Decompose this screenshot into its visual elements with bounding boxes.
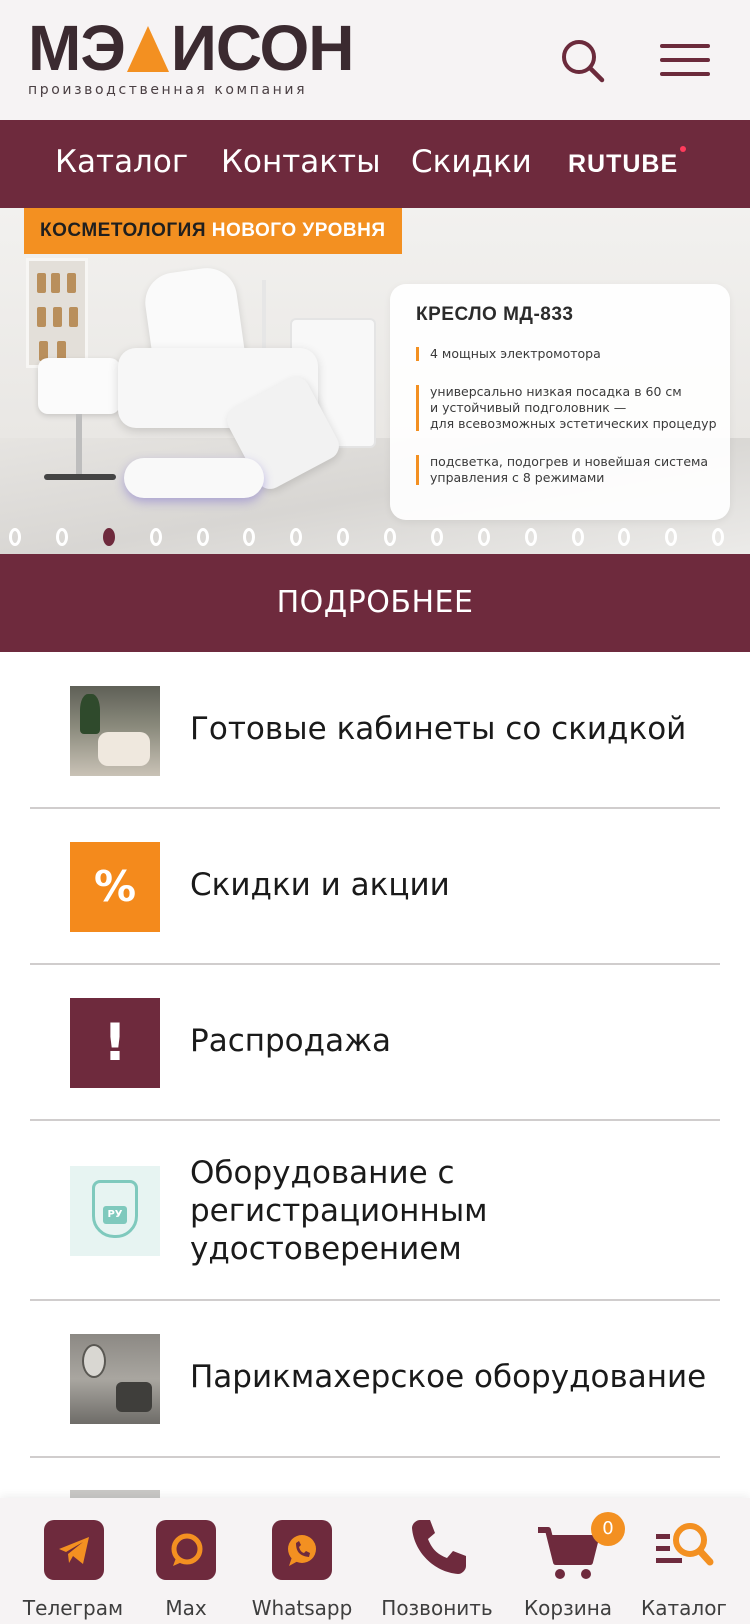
- category-label: Готовые кабинеты со скидкой: [190, 711, 687, 747]
- feature-1: 4 мощных электромотора: [416, 346, 730, 362]
- banner-tag: КОСМЕТОЛОГИЯ НОВОГО УРОВНЯ: [24, 208, 402, 254]
- emblem-ru-text: РУ: [103, 1206, 127, 1224]
- telegram-button[interactable]: Телеграм: [0, 1498, 146, 1624]
- phone-icon: [406, 1514, 472, 1584]
- call-label: Позвонить: [381, 1596, 493, 1620]
- nav-item-contacts[interactable]: Контакты: [221, 144, 381, 180]
- banner-tag-dark: КОСМЕТОЛОГИЯ: [40, 220, 206, 241]
- hairdresser-photo: [70, 1334, 160, 1424]
- logo-triangle-icon: [126, 26, 169, 72]
- slider-dot[interactable]: [243, 528, 256, 546]
- bottom-bar: Телеграм Max Whatsapp Позвонить 0 Корзин…: [0, 1498, 750, 1624]
- nav-item-catalog[interactable]: Каталог: [55, 144, 188, 180]
- telegram-label: Телеграм: [22, 1596, 124, 1620]
- stool-image: [38, 358, 120, 414]
- slider-pagination: [0, 524, 750, 550]
- rutube-label: RUTUBE: [568, 150, 679, 178]
- max-chat-icon: [156, 1520, 216, 1580]
- exclamation-icon: !: [70, 998, 160, 1088]
- logo[interactable]: МЭ ИСОН производственная компания: [28, 12, 355, 98]
- slider-dot[interactable]: [337, 528, 350, 546]
- whatsapp-button[interactable]: Whatsapp: [230, 1498, 376, 1624]
- telegram-icon: [44, 1520, 104, 1580]
- slider-dot[interactable]: [9, 528, 21, 546]
- banner-tag-light: НОВОГО УРОВНЯ: [211, 220, 386, 241]
- promo-banner[interactable]: КОСМЕТОЛОГИЯ НОВОГО УРОВНЯ КРЕСЛО МД-833…: [0, 208, 750, 554]
- slider-dot[interactable]: [102, 528, 115, 546]
- whatsapp-label: Whatsapp: [251, 1596, 353, 1620]
- category-item[interactable]: РУ Оборудование с регистрационным удосто…: [30, 1121, 720, 1301]
- slider-dot[interactable]: [149, 528, 162, 546]
- slider-dot[interactable]: [477, 528, 490, 546]
- stool-base: [44, 474, 116, 480]
- slider-dot[interactable]: [712, 528, 725, 546]
- feature-3: подсветка, подогрев и новейшая система у…: [416, 454, 730, 486]
- call-button[interactable]: Позвонить: [376, 1498, 516, 1624]
- category-item[interactable]: Парикмахерское оборудование: [30, 1301, 720, 1458]
- search-icon[interactable]: [560, 38, 606, 84]
- cart-button[interactable]: 0 Корзина: [516, 1498, 634, 1624]
- slider-dot[interactable]: [430, 528, 443, 546]
- slider-dot[interactable]: [618, 528, 631, 546]
- cart-icon: [536, 1526, 600, 1586]
- slider-dot[interactable]: [196, 528, 209, 546]
- more-button[interactable]: ПОДРОБНЕЕ: [0, 554, 750, 652]
- whatsapp-icon: [272, 1520, 332, 1580]
- product-title: КРЕСЛО МД-833: [416, 304, 574, 325]
- slider-dot[interactable]: [524, 528, 537, 546]
- slider-dot[interactable]: [55, 528, 68, 546]
- category-label: Скидки и акции: [190, 867, 450, 903]
- category-item[interactable]: ! Распродажа: [30, 965, 720, 1121]
- logo-text-right: ИСОН: [170, 12, 355, 84]
- slider-dot[interactable]: [384, 528, 396, 546]
- cart-count-badge: 0: [591, 1512, 625, 1546]
- cart-label: Корзина: [523, 1596, 613, 1620]
- stool-leg: [76, 414, 82, 474]
- header: МЭ ИСОН производственная компания: [0, 0, 750, 120]
- chair-base-image: [124, 458, 264, 498]
- rutube-link[interactable]: RUTUBE: [568, 146, 687, 179]
- percent-icon: %: [70, 842, 160, 932]
- category-item[interactable]: Готовые кабинеты со скидкой: [30, 652, 720, 809]
- category-item[interactable]: % Скидки и акции: [30, 809, 720, 965]
- feature-2: универсально низкая посадка в 60 см и ус…: [416, 384, 730, 432]
- max-button[interactable]: Max: [146, 1498, 230, 1624]
- catalog-button[interactable]: Каталог: [634, 1498, 750, 1624]
- slider-dot[interactable]: [571, 528, 584, 546]
- slider-dot[interactable]: [290, 528, 303, 546]
- nav-item-discounts[interactable]: Скидки: [411, 144, 532, 180]
- category-label: Парикмахерское оборудование: [190, 1359, 707, 1395]
- registration-emblem-icon: РУ: [70, 1166, 160, 1256]
- catalog-label: Каталог: [641, 1596, 727, 1620]
- slider-dot[interactable]: [665, 528, 678, 546]
- top-nav: Каталог Контакты Скидки RUTUBE: [0, 120, 750, 208]
- product-info-card: КРЕСЛО МД-833 4 мощных электромотора уни…: [390, 284, 730, 520]
- category-label: Оборудование с регистрационным удостовер…: [190, 1155, 488, 1267]
- logo-subtitle: производственная компания: [28, 82, 308, 98]
- catalog-search-icon: [654, 1518, 714, 1582]
- hamburger-menu-icon[interactable]: [660, 42, 712, 78]
- logo-text-left: МЭ: [28, 12, 126, 84]
- max-label: Max: [165, 1596, 207, 1620]
- category-label: Распродажа: [190, 1023, 392, 1059]
- rutube-dot-icon: [680, 146, 687, 152]
- banner-shelf-image: [26, 258, 88, 368]
- logo-wordmark: МЭ ИСОН: [28, 12, 355, 84]
- cabinet-photo: [70, 686, 160, 776]
